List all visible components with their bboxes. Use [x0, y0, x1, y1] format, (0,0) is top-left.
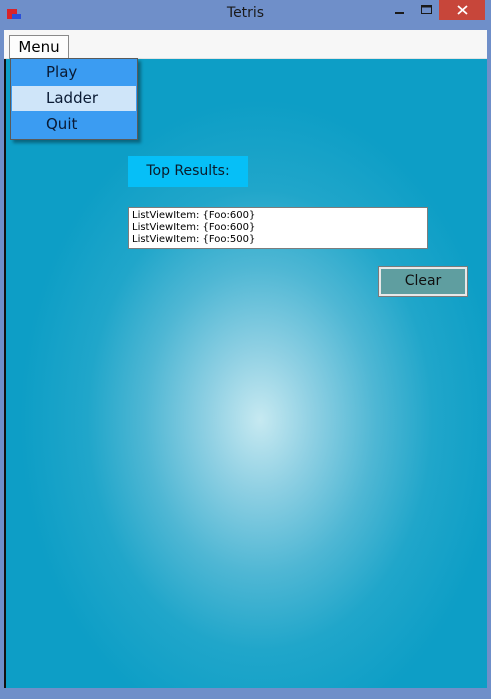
menu-item-play[interactable]: Play [12, 60, 136, 85]
tetris-icon [7, 9, 21, 19]
maximize-icon [420, 5, 432, 14]
list-item[interactable]: ListViewItem: {Foo:500} [132, 234, 424, 246]
results-list[interactable]: ListViewItem: {Foo:600} ListViewItem: {F… [128, 207, 428, 249]
top-results-label: Top Results: [128, 156, 248, 187]
menu-item-quit[interactable]: Quit [12, 112, 136, 137]
minimize-icon [395, 12, 404, 14]
clear-button[interactable]: Clear [378, 266, 468, 297]
list-item[interactable]: ListViewItem: {Foo:600} [132, 222, 424, 234]
title-bar[interactable]: Tetris [0, 0, 491, 30]
menu-strip: Menu [4, 30, 487, 59]
menu-item-ladder[interactable]: Ladder [12, 86, 136, 111]
menu-dropdown: Play Ladder Quit [10, 58, 138, 140]
minimize-button[interactable] [387, 0, 413, 20]
client-left-border [4, 58, 6, 688]
tetris-window: Tetris Menu Top Results: ListViewItem: {… [0, 0, 491, 699]
menu-button[interactable]: Menu [9, 35, 69, 59]
list-item[interactable]: ListViewItem: {Foo:600} [132, 210, 424, 222]
close-button[interactable] [439, 0, 485, 20]
game-area: Menu Top Results: ListViewItem: {Foo:600… [4, 30, 487, 688]
close-icon [456, 5, 468, 15]
maximize-button[interactable] [413, 0, 439, 20]
